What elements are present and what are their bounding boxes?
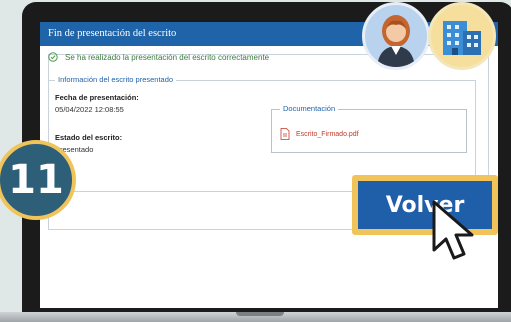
date-label: Fecha de presentación: [55,93,139,102]
status-label: Estado del escrito: [55,133,123,142]
mouse-pointer-icon [432,200,474,260]
date-value: 05/04/2022 12:08:55 [55,105,124,114]
success-message: Se ha realizado la presentación del escr… [65,52,270,62]
success-message-row: Se ha realizado la presentación del escr… [48,52,269,62]
document-link[interactable]: Escrito_Firmado.pdf [280,128,359,140]
building-icon [428,2,496,70]
laptop-screen: Fin de presentación del escrito Se ha re… [40,22,498,308]
pdf-file-icon [280,128,290,140]
documentation-box: Documentación Escrito_Firmado.pdf [271,104,467,153]
documentation-legend: Documentación [280,104,339,113]
document-file-name: Escrito_Firmado.pdf [296,130,359,138]
info-legend: Información del escrito presentado [55,75,177,84]
laptop-notch [236,312,284,316]
check-circle-icon [48,52,58,62]
person-avatar-icon [362,2,430,70]
